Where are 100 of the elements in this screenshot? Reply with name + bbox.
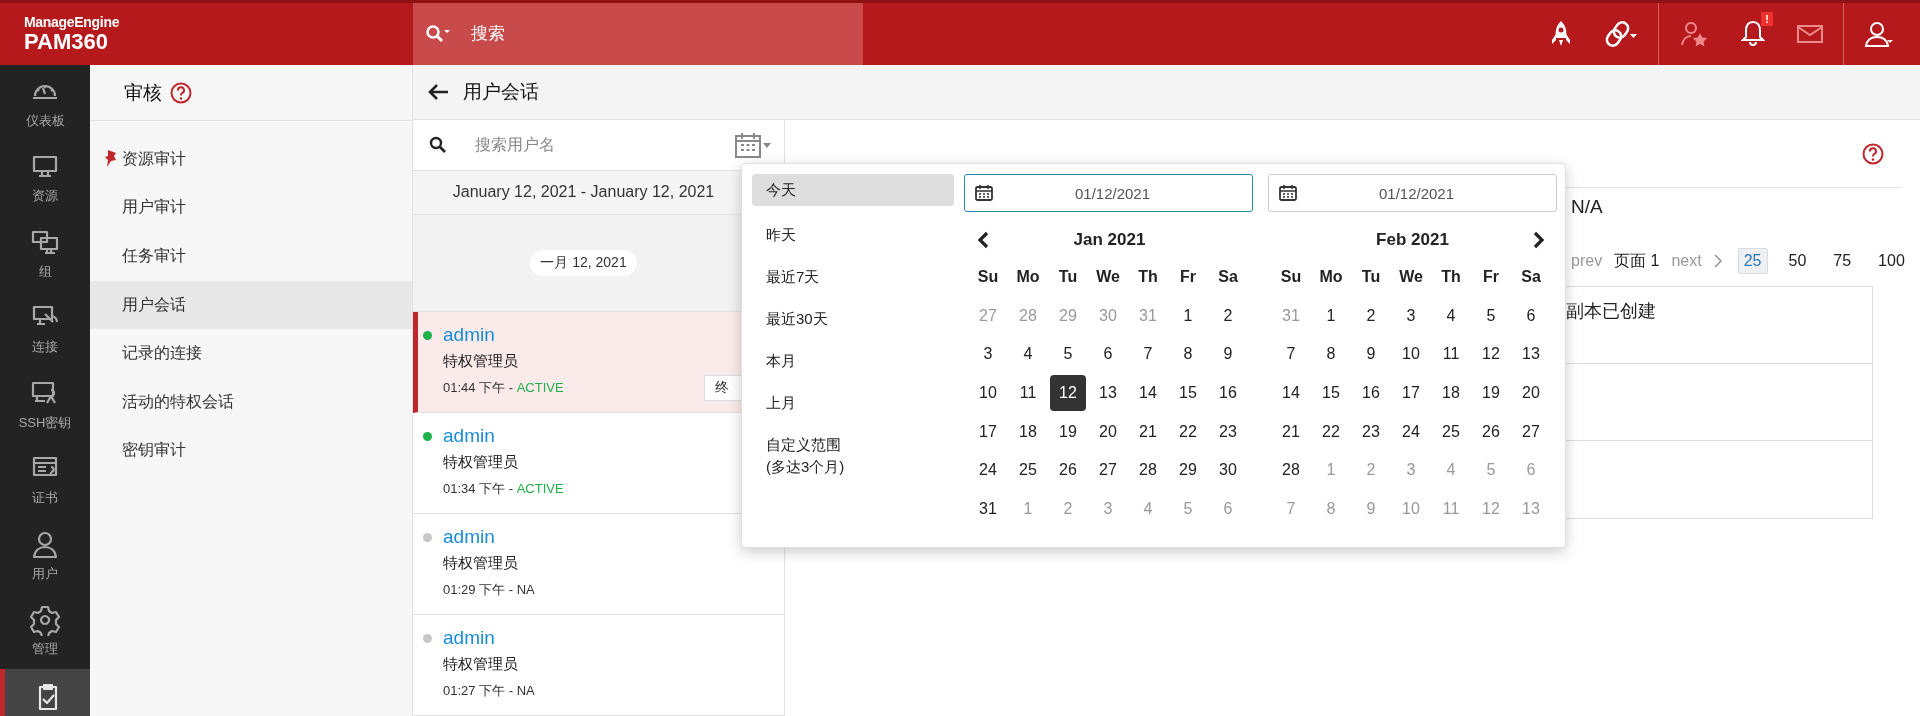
calendar-day[interactable]: 25 [1010, 451, 1046, 489]
menu-item[interactable]: 活动的特权会话 [90, 377, 412, 427]
calendar-day[interactable]: 16 [1210, 374, 1246, 412]
menu-item[interactable]: 记录的连接 [90, 329, 412, 378]
calendar-day[interactable]: 25 [1433, 413, 1469, 450]
calendar-day[interactable]: 5 [1473, 297, 1509, 335]
bell-icon[interactable] [1741, 18, 1765, 46]
calendar-day[interactable]: 9 [1210, 336, 1246, 373]
range-option[interactable]: 今天 [752, 174, 954, 206]
mail-icon[interactable] [1797, 24, 1823, 44]
calendar-day[interactable]: 7 [1273, 336, 1309, 373]
user-link[interactable]: admin [443, 425, 495, 447]
calendar-day[interactable]: 24 [970, 451, 1006, 489]
nav-item[interactable]: 用户 [0, 518, 90, 594]
calendar-day[interactable]: 23 [1353, 413, 1389, 450]
calendar-day[interactable]: 18 [1433, 374, 1469, 412]
calendar-day[interactable]: 14 [1273, 374, 1309, 412]
calendar-day[interactable]: 15 [1313, 374, 1349, 412]
calendar-day[interactable]: 22 [1170, 413, 1206, 450]
calendar-day[interactable]: 4 [1433, 297, 1469, 335]
page-size-option[interactable]: 100 [1872, 248, 1911, 274]
range-option[interactable]: 昨天 [752, 216, 954, 248]
calendar-day[interactable]: 11 [1010, 374, 1046, 412]
calendar-day[interactable]: 1 [1170, 297, 1206, 335]
calendar-day[interactable]: 18 [1010, 413, 1046, 450]
nav-item[interactable]: 证书 [0, 442, 90, 518]
calendar-day[interactable]: 5 [1050, 336, 1086, 373]
calendar-day[interactable]: 19 [1473, 374, 1509, 412]
menu-item[interactable]: 资源审计 [90, 135, 412, 184]
calendar-day[interactable]: 3 [1393, 297, 1429, 335]
calendar-day[interactable]: 12 [1473, 336, 1509, 373]
calendar-day[interactable]: 2 [1210, 297, 1246, 335]
calendar-day[interactable]: 24 [1393, 413, 1429, 450]
calendar-day[interactable]: 16 [1353, 374, 1389, 412]
calendar-day[interactable]: 17 [1393, 374, 1429, 412]
calendar-day[interactable]: 27 [1090, 451, 1126, 489]
menu-item[interactable]: 用户审计 [90, 183, 412, 233]
next-month-icon[interactable] [1532, 231, 1546, 249]
calendar-dropdown-icon[interactable] [734, 130, 774, 159]
back-arrow-icon[interactable] [427, 83, 449, 101]
calendar-day[interactable]: 10 [970, 374, 1006, 412]
menu-item[interactable]: 密钥审计 [90, 426, 412, 476]
calendar-day[interactable]: 8 [1313, 336, 1349, 373]
nav-item[interactable]: SSH密钥 [0, 367, 90, 443]
calendar-day[interactable]: 6 [1513, 297, 1549, 335]
calendar-day[interactable]: 7 [1130, 336, 1166, 373]
rocket-icon[interactable] [1550, 20, 1572, 48]
calendar-day[interactable]: 4 [1010, 336, 1046, 373]
calendar-day[interactable]: 22 [1313, 413, 1349, 450]
date-input[interactable]: 01/12/2021 [964, 174, 1253, 212]
calendar-day[interactable]: 9 [1353, 336, 1389, 373]
calendar-day[interactable]: 10 [1393, 336, 1429, 373]
calendar-day[interactable]: 11 [1433, 336, 1469, 373]
user-star-icon[interactable] [1679, 20, 1709, 48]
calendar-day[interactable]: 30 [1210, 451, 1246, 489]
section-title: 审核 [124, 80, 162, 105]
calendar-day[interactable]: 19 [1050, 413, 1086, 450]
nav-item[interactable]: 仪表板 [0, 65, 90, 141]
calendar-day[interactable]: 8 [1170, 336, 1206, 373]
calendar-day[interactable]: 14 [1130, 374, 1166, 412]
calendar-day[interactable]: 6 [1090, 336, 1126, 373]
page-size-option[interactable]: 75 [1827, 248, 1858, 274]
calendar-day[interactable]: 26 [1473, 413, 1509, 450]
previous-month-icon[interactable] [976, 231, 990, 249]
calendar-day[interactable]: 1 [1313, 297, 1349, 335]
page-size-option[interactable]: 25 [1737, 248, 1768, 274]
menu-item[interactable]: 用户会话 [90, 280, 412, 330]
calendar-day[interactable]: 28 [1273, 451, 1309, 489]
calendar-day[interactable]: 20 [1090, 413, 1126, 450]
date-input[interactable]: 01/12/2021 [1268, 174, 1557, 212]
nav-item[interactable]: 连接 [0, 291, 90, 367]
calendar-day[interactable]: 3 [970, 336, 1006, 373]
user-link[interactable]: admin [443, 627, 495, 649]
calendar-day[interactable]: 13 [1513, 336, 1549, 373]
calendar-day[interactable]: 31 [970, 490, 1006, 528]
help-icon[interactable] [170, 81, 192, 104]
nav-item[interactable]: 资源 [0, 140, 90, 216]
user-link[interactable]: admin [443, 526, 495, 548]
nav-item[interactable]: 组 [0, 216, 90, 292]
calendar-day[interactable]: 26 [1050, 451, 1086, 489]
calendar-day[interactable]: 28 [1130, 451, 1166, 489]
calendar-day[interactable]: 21 [1130, 413, 1166, 450]
calendar-day[interactable]: 27 [1513, 413, 1549, 450]
calendar-day[interactable]: 29 [1170, 451, 1206, 489]
calendar-day[interactable]: 23 [1210, 413, 1246, 450]
calendar-day[interactable]: 12 [1050, 374, 1086, 412]
calendar-day[interactable]: 2 [1353, 297, 1389, 335]
help-icon[interactable] [1862, 142, 1884, 165]
link-icon[interactable] [1604, 20, 1638, 48]
calendar-day[interactable]: 20 [1513, 374, 1549, 412]
calendar-day[interactable]: 15 [1170, 374, 1206, 412]
page-size-option[interactable]: 50 [1782, 248, 1813, 274]
session-item[interactable]: admin 特权管理员 01:27 下午 - NA [413, 615, 784, 716]
calendar-day[interactable]: 13 [1090, 374, 1126, 412]
calendar-day[interactable]: 21 [1273, 413, 1309, 450]
user-icon[interactable] [1864, 20, 1894, 48]
nav-item[interactable]: 管理 [0, 593, 90, 669]
calendar-day[interactable]: 17 [970, 413, 1006, 450]
range-option[interactable]: 最近7天 [752, 258, 954, 290]
menu-item[interactable]: 任务审计 [90, 232, 412, 281]
